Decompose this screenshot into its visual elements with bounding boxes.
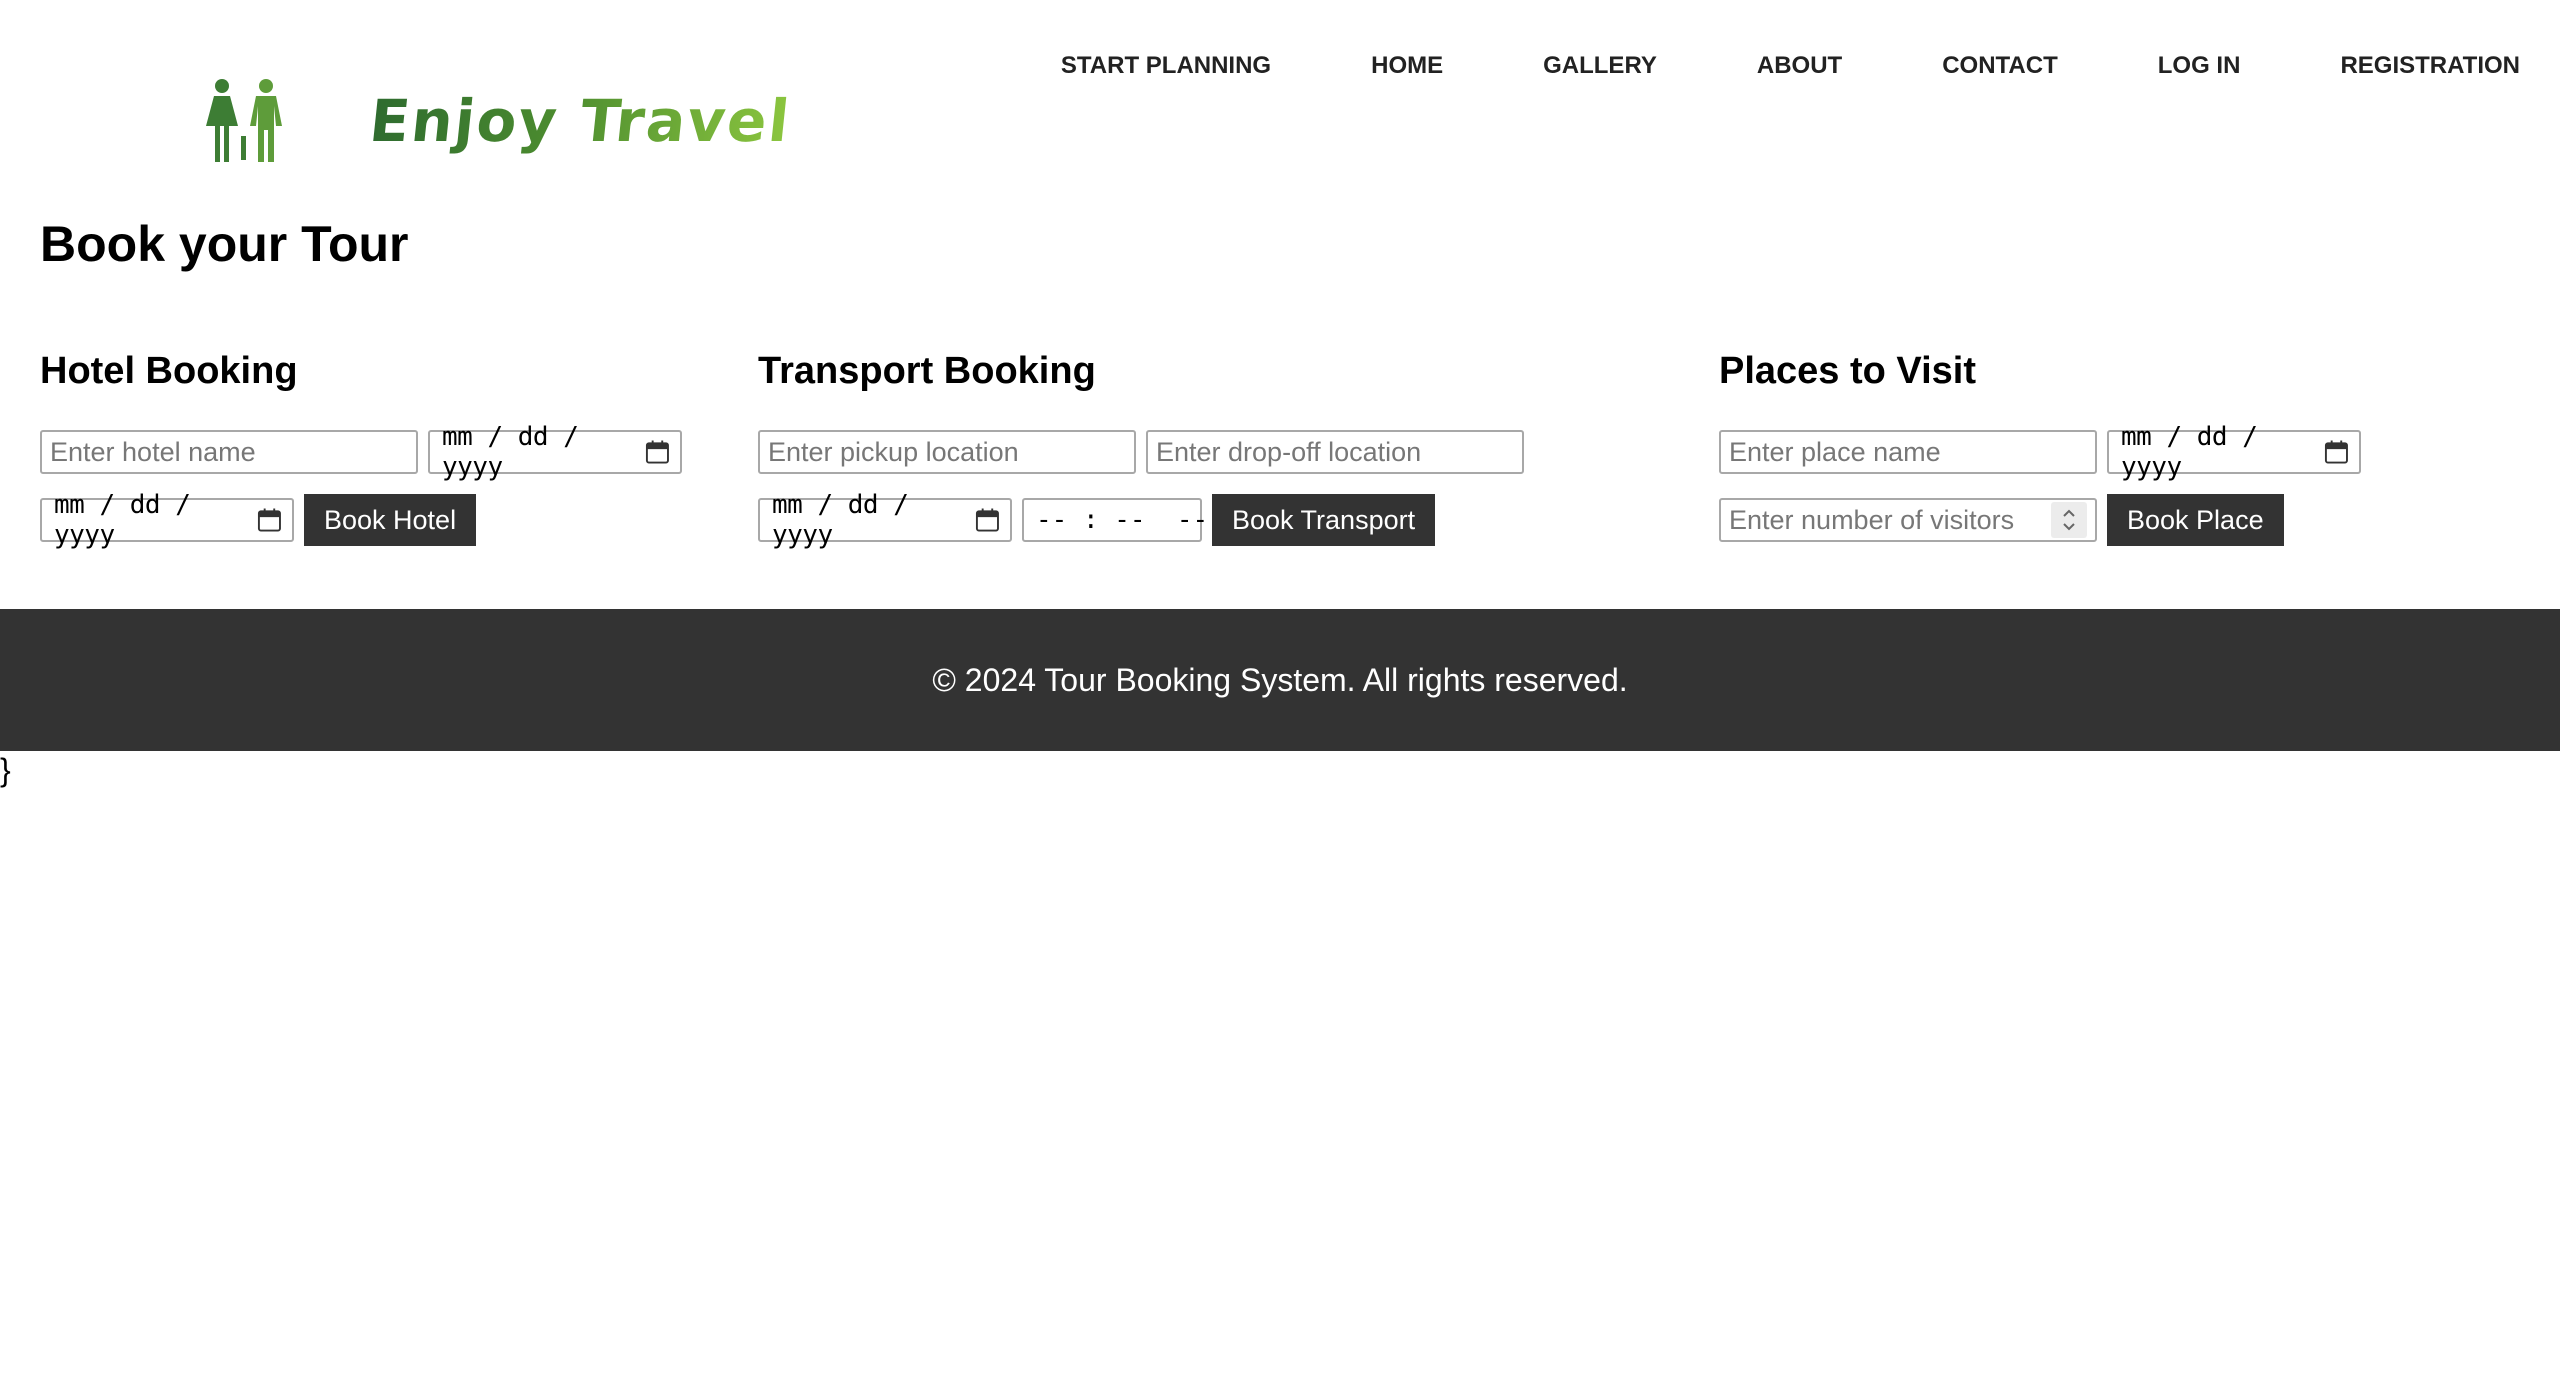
hotel-booking-title: Hotel Booking [40,350,298,392]
hotel-checkin-date-value: mm / dd / yyyy [442,422,579,482]
booking-sections: Hotel Booking mm / dd / yyyy mm / dd / y… [0,350,2560,560]
dropoff-location-input[interactable] [1146,430,1524,474]
hotel-row-1: mm / dd / yyyy [40,422,682,482]
hotel-name-input[interactable] [40,430,418,474]
transport-row-1 [758,430,1524,474]
page-title: Book your Tour [40,216,409,272]
calendar-icon[interactable] [2324,439,2349,465]
places-to-visit-section: Places to Visit mm / dd / yyyy Enter num… [1719,350,2361,566]
site-header: Enjoy Travel START PLANNING HOME GALLERY… [0,0,2560,190]
logo[interactable]: Enjoy Travel [200,78,795,164]
logo-text: Enjoy Travel [366,87,795,155]
transport-time-value: -- : -- -- [1036,505,1209,535]
transport-time-input[interactable]: -- : -- -- [1022,498,1208,542]
site-footer: © 2024 Tour Booking System. All rights r… [0,609,2560,751]
places-row-2: Enter number of visitors Book Place [1719,494,2361,546]
place-date-input[interactable]: mm / dd / yyyy [2107,422,2361,482]
calendar-icon[interactable] [975,507,1000,533]
hotel-checkin-date-input[interactable]: mm / dd / yyyy [428,422,682,482]
number-spinner-icon[interactable] [2051,502,2087,538]
visitors-number-placeholder: Enter number of visitors [1729,504,2015,535]
nav-gallery[interactable]: GALLERY [1543,52,1657,80]
transport-date-value: mm / dd / yyyy [772,490,909,550]
nav-contact[interactable]: CONTACT [1942,52,2058,80]
nav-about[interactable]: ABOUT [1757,52,1842,80]
main-nav: START PLANNING HOME GALLERY ABOUT CONTAC… [1061,52,2520,80]
nav-start-planning[interactable]: START PLANNING [1061,52,1271,80]
transport-row-2: mm / dd / yyyy -- : -- -- Book Transport [758,490,1524,550]
stray-brace-text: } [0,752,11,788]
chevron-up-down-icon [2063,509,2075,531]
transport-booking-section: Transport Booking mm / dd / yyyy -- : --… [758,350,1524,566]
visitors-number-input[interactable]: Enter number of visitors [1719,498,2097,542]
book-hotel-button[interactable]: Book Hotel [304,494,477,546]
nav-registration[interactable]: REGISTRATION [2340,52,2520,80]
pickup-location-input[interactable] [758,430,1136,474]
places-to-visit-title: Places to Visit [1719,350,1976,392]
hotel-row-2: mm / dd / yyyy Book Hotel [40,490,682,550]
calendar-icon[interactable] [257,507,282,533]
book-place-button[interactable]: Book Place [2107,494,2284,546]
place-date-value: mm / dd / yyyy [2121,422,2258,482]
place-name-input[interactable] [1719,430,2097,474]
calendar-icon[interactable] [645,439,670,465]
nav-log-in[interactable]: LOG IN [2158,52,2241,80]
hotel-checkout-date-input[interactable]: mm / dd / yyyy [40,490,294,550]
hotel-checkout-date-value: mm / dd / yyyy [54,490,191,550]
transport-booking-title: Transport Booking [758,350,1096,392]
couple-figures-icon [206,79,282,162]
transport-date-input[interactable]: mm / dd / yyyy [758,490,1012,550]
places-row-1: mm / dd / yyyy [1719,422,2361,482]
copyright-text: © 2024 Tour Booking System. All rights r… [932,661,1628,698]
hotel-booking-section: Hotel Booking mm / dd / yyyy mm / dd / y… [40,350,682,566]
book-transport-button[interactable]: Book Transport [1212,494,1436,546]
nav-home[interactable]: HOME [1371,52,1443,80]
